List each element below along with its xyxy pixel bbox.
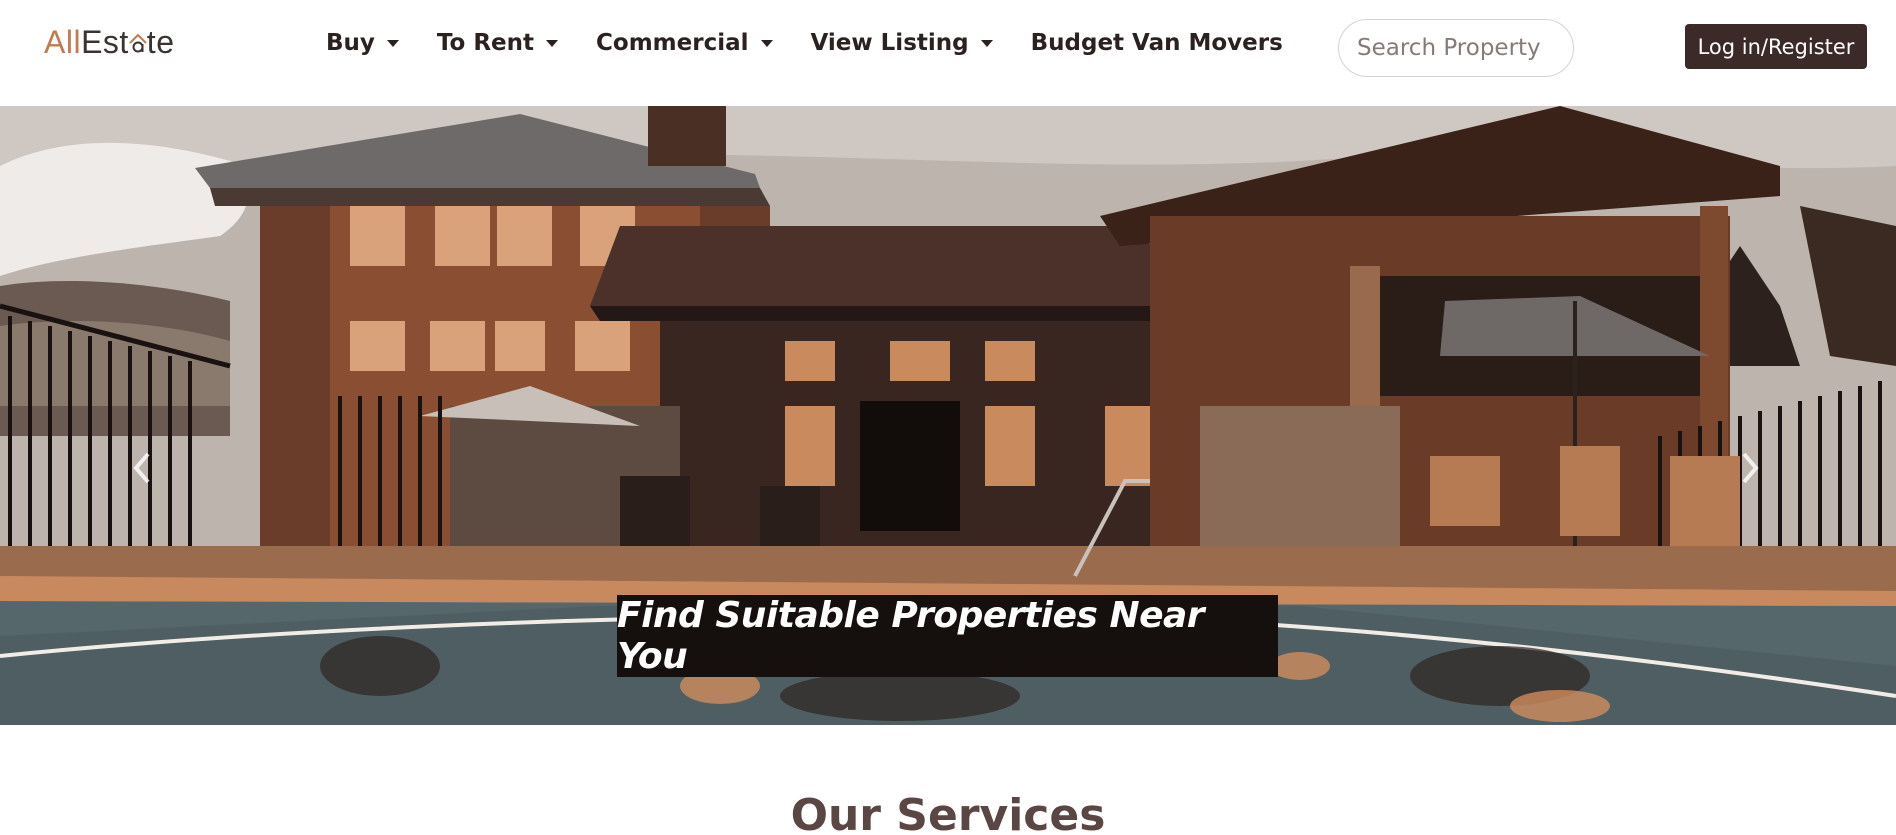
nav-item-commercial[interactable]: Commercial — [596, 30, 773, 56]
hero-caption-box: Find Suitable Properties Near You — [617, 595, 1278, 677]
house-icon — [129, 32, 147, 54]
site-header: AllEst te Buy To Rent Commercial View Lis… — [0, 0, 1896, 106]
caret-down-icon — [386, 39, 399, 47]
nav-item-label: View Listing — [810, 30, 969, 56]
nav-item-to-rent[interactable]: To Rent — [436, 30, 559, 56]
nav-item-buy[interactable]: Buy — [326, 30, 399, 56]
caret-down-icon — [980, 39, 993, 47]
site-logo[interactable]: AllEst te — [44, 24, 174, 61]
caret-down-icon — [760, 39, 773, 47]
services-section-title: Our Services — [790, 790, 1106, 835]
caret-down-icon — [546, 39, 559, 47]
chevron-left-icon — [133, 452, 150, 484]
carousel-prev-button[interactable] — [128, 448, 154, 488]
nav-item-budget-van-movers[interactable]: Budget Van Movers — [1031, 30, 1283, 56]
carousel-next-button[interactable] — [1738, 448, 1764, 488]
logo-text-part3: te — [146, 24, 175, 60]
nav-item-label: Commercial — [596, 30, 749, 56]
nav-item-view-listing[interactable]: View Listing — [811, 30, 993, 56]
logo-text-part1: All — [44, 24, 82, 60]
search-input[interactable] — [1338, 19, 1574, 77]
nav-item-label: Buy — [326, 30, 375, 56]
nav-item-label: To Rent — [436, 30, 535, 56]
hero-caption-text: Find Suitable Properties Near You — [617, 595, 1205, 677]
logo-text-part2: Est — [81, 24, 129, 60]
chevron-right-icon — [1742, 452, 1759, 484]
hero-banner: Find Suitable Properties Near You — [0, 106, 1896, 725]
nav-item-label: Budget Van Movers — [1030, 30, 1283, 56]
login-register-button[interactable]: Log in/Register — [1685, 24, 1867, 69]
main-nav: Buy To Rent Commercial View Listing Budg… — [326, 30, 1321, 56]
